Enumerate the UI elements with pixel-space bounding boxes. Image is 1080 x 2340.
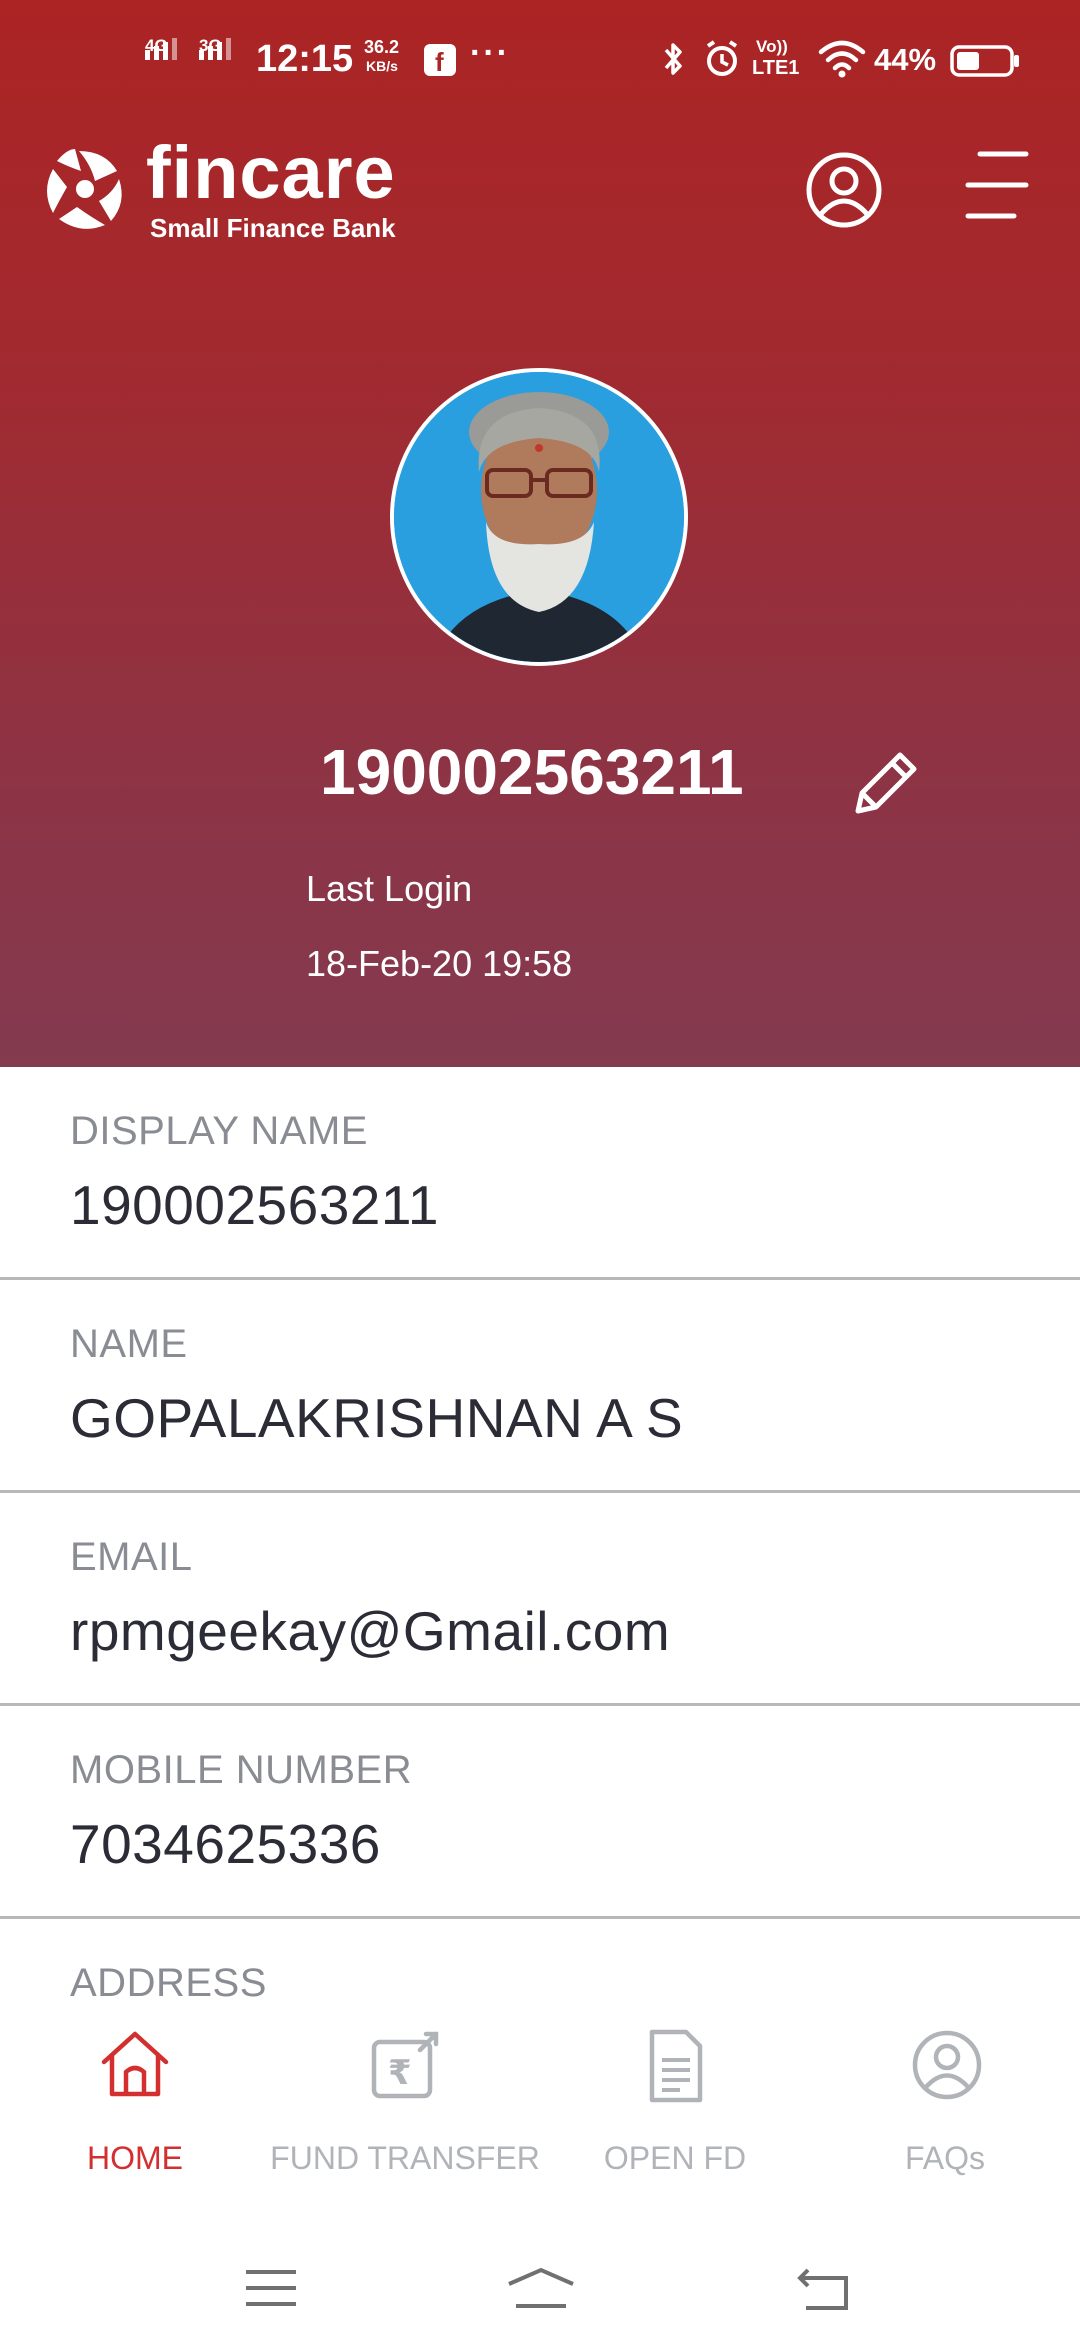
signal-3g-icon: 3G: [199, 36, 231, 60]
nav-label: HOME: [87, 2140, 183, 2176]
fincare-logo-icon: [47, 149, 122, 229]
last-login-value: 18-Feb-20 19:58: [306, 943, 573, 984]
nav-label: OPEN FD: [603, 2140, 747, 2176]
name-field: NAME GOPALAKRISHNAN A S: [0, 1280, 1080, 1493]
faq-user-icon: [912, 2030, 982, 2100]
lte-label: LTE1: [752, 57, 800, 79]
field-value: 7034625336: [70, 1813, 381, 1875]
nav-faqs[interactable]: FAQs: [810, 2008, 1080, 2208]
clock: 12:15: [256, 38, 354, 80]
account-number: 190002563211: [320, 736, 744, 808]
recent-apps-icon[interactable]: [244, 2268, 298, 2308]
field-label: ADDRESS: [70, 1961, 267, 2005]
nav-home[interactable]: HOME: [0, 2008, 270, 2208]
mobile-number-field: MOBILE NUMBER 7034625336: [0, 1706, 1080, 1919]
svg-text:f: f: [435, 47, 444, 76]
fund-transfer-icon: ₹: [371, 2031, 439, 2099]
bluetooth-icon: [664, 43, 682, 75]
avatar-photo: [394, 372, 684, 662]
alarm-icon: [706, 40, 738, 76]
bottom-nav: HOME ₹ FUND TRANSFER OPEN FD FAQs: [0, 2008, 1080, 2208]
net-speed-unit: KB/s: [366, 58, 398, 74]
nav-label: FAQs: [904, 2140, 985, 2176]
net-speed-value: 36.2: [364, 37, 400, 57]
nav-open-fd[interactable]: OPEN FD: [540, 2008, 810, 2208]
volte-label: Vo)): [756, 37, 788, 56]
field-value: rpmgeekay@Gmail.com: [70, 1600, 671, 1662]
document-icon: [649, 2029, 703, 2103]
home-button-icon[interactable]: [506, 2266, 576, 2310]
battery-icon: [950, 45, 1019, 77]
brand-name: fincare: [146, 131, 396, 214]
field-label: EMAIL: [70, 1535, 193, 1579]
profile-header: 4G 3G 12:15 36.2 KB/s f ··· Vo)) LTE1 44…: [0, 0, 1080, 1067]
field-label: MOBILE NUMBER: [70, 1748, 413, 1792]
battery-percent: 44%: [874, 42, 937, 77]
system-nav-bar: [0, 2208, 1080, 2340]
profile-icon[interactable]: [804, 150, 884, 230]
field-label: DISPLAY NAME: [70, 1109, 368, 1153]
display-name-field: DISPLAY NAME 190002563211: [0, 1067, 1080, 1280]
field-label: NAME: [70, 1322, 188, 1366]
back-icon[interactable]: [796, 2266, 852, 2312]
field-value: 190002563211: [70, 1174, 439, 1236]
svg-text:₹: ₹: [388, 2053, 412, 2093]
email-field: EMAIL rpmgeekay@Gmail.com: [0, 1493, 1080, 1706]
edit-icon[interactable]: [848, 745, 924, 821]
nav-label: FUND TRANSFER: [270, 2140, 540, 2176]
last-login-label: Last Login: [306, 868, 473, 909]
field-value: GOPALAKRISHNAN A S: [70, 1387, 684, 1449]
wifi-icon: [818, 40, 866, 78]
status-bar: 4G 3G 12:15 36.2 KB/s f ··· Vo)) LTE1 44…: [0, 0, 1080, 120]
brand-subtitle: Small Finance Bank: [150, 213, 396, 243]
avatar[interactable]: [390, 368, 688, 666]
signal-4g-icon: 4G: [145, 36, 177, 60]
more-notifications-icon: ···: [470, 34, 510, 72]
nav-fund-transfer[interactable]: ₹ FUND TRANSFER: [270, 2008, 540, 2208]
facebook-icon: f: [424, 44, 456, 77]
home-icon: [101, 2031, 169, 2097]
menu-icon[interactable]: [964, 148, 1030, 222]
